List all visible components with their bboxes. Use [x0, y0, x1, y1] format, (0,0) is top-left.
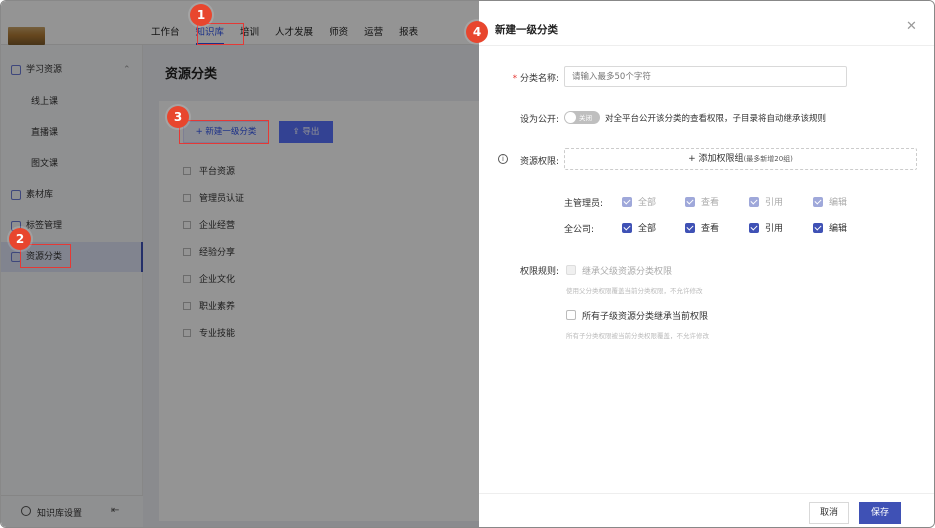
annotation-marker-2: 2: [9, 228, 31, 250]
checkbox-label: 引用: [765, 224, 784, 234]
checkbox-icon: [813, 196, 823, 207]
add-permission-group-button[interactable]: + 添加权限组(最多新增20组): [564, 148, 917, 170]
cancel-button[interactable]: 取消: [809, 502, 849, 524]
checkbox-label: 编辑: [829, 224, 848, 234]
toggle-label: 关闭: [579, 114, 592, 122]
category-name-input[interactable]: [564, 66, 847, 87]
perm-row-label: 主管理员:: [564, 199, 604, 209]
checkbox-edit[interactable]: 编辑: [813, 222, 847, 236]
children-inherit-hint: 所有子分类权限被当前分类权限覆盖，不允许修改: [566, 332, 709, 340]
annotation-marker-1: 1: [190, 4, 212, 26]
checkbox-icon: [685, 222, 695, 233]
checkbox-label: 查看: [701, 198, 720, 208]
public-toggle[interactable]: 关闭: [564, 111, 600, 124]
checkbox-all[interactable]: 全部: [622, 196, 656, 210]
close-icon[interactable]: ✕: [906, 19, 917, 34]
rule-label: 权限规则:: [519, 267, 559, 277]
perm-row-label: 全公司:: [564, 225, 595, 235]
category-name-label: * 分类名称:: [512, 74, 559, 84]
checkbox-icon: [622, 222, 632, 233]
category-name-label-text: 分类名称:: [519, 74, 559, 84]
inherit-parent-label: 继承父级资源分类权限: [582, 267, 673, 277]
add-group-note: (最多新增20组): [743, 155, 793, 163]
checkbox-icon: [749, 196, 759, 207]
checkbox-icon: [749, 222, 759, 233]
highlight-knowledge-nav: [197, 23, 244, 45]
checkbox-icon: [622, 196, 632, 207]
checkbox-label: 全部: [638, 224, 657, 234]
new-category-drawer: 新建一级分类 ✕ * 分类名称: 设为公开: 关闭 对全平台公开该分类的查看权限…: [479, 1, 934, 527]
checkbox-label: 全部: [638, 198, 657, 208]
permission-label: 资源权限:: [519, 157, 559, 167]
annotation-marker-4: 4: [466, 21, 488, 43]
checkbox-icon: [813, 222, 823, 233]
inherit-parent-checkbox[interactable]: [566, 265, 576, 275]
checkbox-label: 编辑: [829, 198, 848, 208]
window: 工作台 知识库 培训 人才发展 师资 运营 报表 学习资源 ⌃ 线上课 直播课: [0, 0, 935, 528]
app-background: 工作台 知识库 培训 人才发展 师资 运营 报表 学习资源 ⌃ 线上课 直播课: [1, 1, 479, 527]
checkbox-icon: [685, 196, 695, 207]
drawer-title: 新建一级分类: [495, 24, 558, 36]
add-group-label: 添加权限组: [698, 154, 744, 164]
highlight-new-category: [179, 120, 269, 144]
checkbox-reference[interactable]: 引用: [749, 222, 783, 236]
public-label: 设为公开:: [519, 115, 559, 125]
checkbox-view[interactable]: 查看: [685, 196, 719, 210]
children-inherit-checkbox[interactable]: [566, 310, 576, 320]
children-inherit-label: 所有子级资源分类继承当前权限: [582, 312, 709, 322]
annotation-marker-3: 3: [167, 106, 189, 128]
modal-overlay[interactable]: [1, 1, 479, 527]
divider: [479, 45, 934, 46]
checkbox-edit[interactable]: 编辑: [813, 196, 847, 210]
checkbox-all[interactable]: 全部: [622, 222, 656, 236]
toggle-knob: [565, 112, 576, 123]
checkbox-view[interactable]: 查看: [685, 222, 719, 236]
checkbox-reference[interactable]: 引用: [749, 196, 783, 210]
public-hint: 对全平台公开该分类的查看权限，子目录将自动继承该规则: [605, 114, 827, 124]
checkbox-label: 引用: [765, 198, 784, 208]
checkbox-label: 查看: [701, 224, 720, 234]
save-button[interactable]: 保存: [859, 502, 901, 524]
highlight-resource-categories: [20, 244, 71, 268]
inherit-parent-hint: 使用父分类权限覆盖当前分类权限，不允许修改: [566, 287, 703, 295]
